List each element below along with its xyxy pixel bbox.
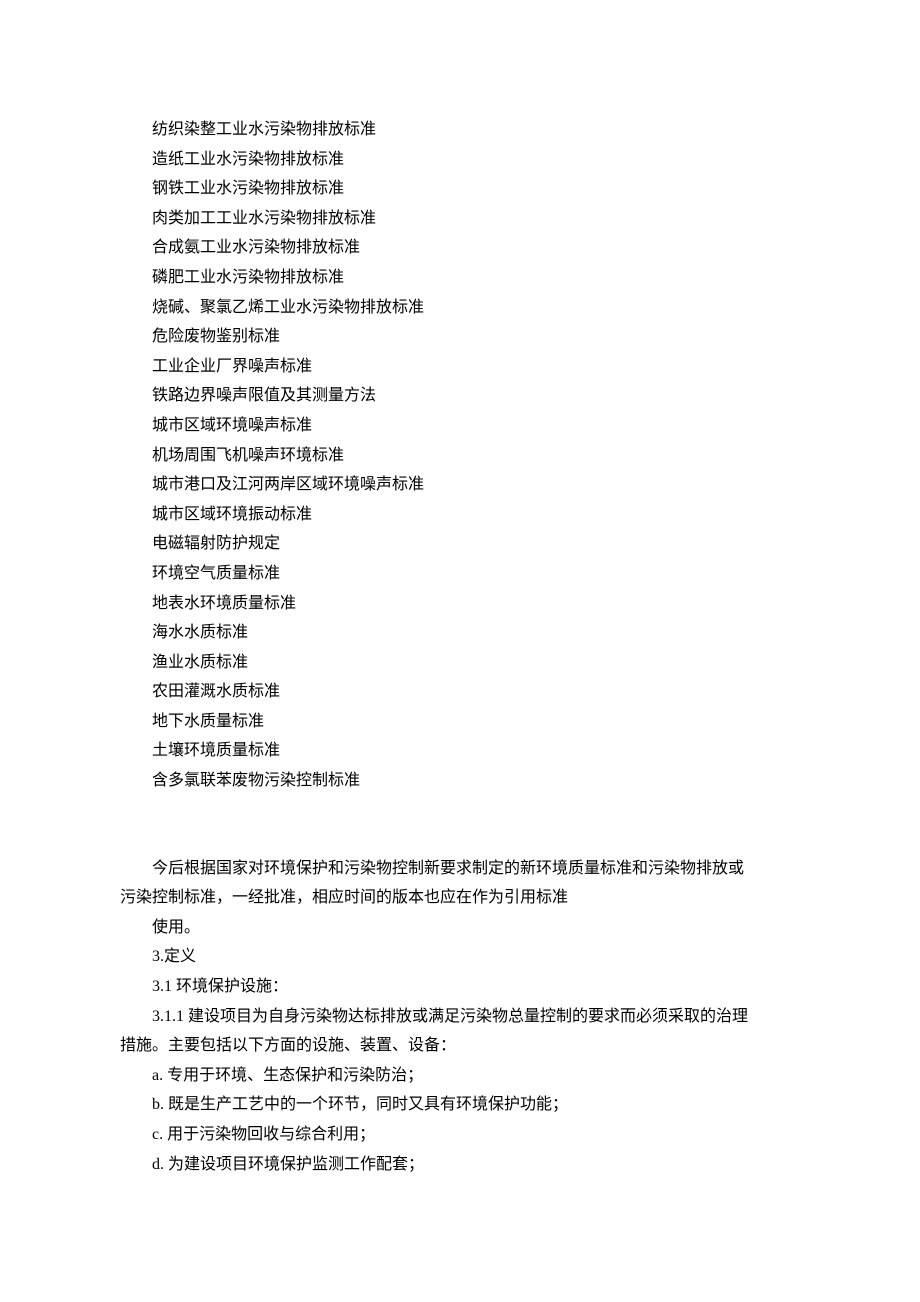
standard-item: 机场周围飞机噪声环境标准 bbox=[120, 441, 800, 471]
list-item: b. 既是生产工艺中的一个环节，同时又具有环境保护功能； bbox=[120, 1090, 800, 1120]
standard-item: 肉类加工工业水污染物排放标准 bbox=[120, 204, 800, 234]
section-heading: 3.1 环境保护设施： bbox=[120, 972, 800, 1002]
standard-item: 电磁辐射防护规定 bbox=[120, 529, 800, 559]
standard-item: 工业企业厂界噪声标准 bbox=[120, 352, 800, 382]
body-text: 今后根据国家对环境保护和污染物控制新要求制定的新环境质量标准和污染物排放或 污染… bbox=[120, 854, 800, 1180]
paragraph-line: 3.1.1 建设项目为自身污染物达标排放或满足污染物总量控制的要求而必须采取的治… bbox=[120, 1002, 800, 1032]
standard-item: 海水水质标准 bbox=[120, 618, 800, 648]
standard-item: 地下水质量标准 bbox=[120, 707, 800, 737]
standards-list: 纺织染整工业水污染物排放标准 造纸工业水污染物排放标准 钢铁工业水污染物排放标准… bbox=[120, 115, 800, 796]
standard-item: 地表水环境质量标准 bbox=[120, 589, 800, 619]
standard-item: 危险废物鉴别标准 bbox=[120, 322, 800, 352]
standard-item: 烧碱、聚氯乙烯工业水污染物排放标准 bbox=[120, 293, 800, 323]
paragraph-line: 今后根据国家对环境保护和污染物控制新要求制定的新环境质量标准和污染物排放或 bbox=[120, 854, 800, 884]
paragraph-line: 措施。主要包括以下方面的设施、装置、设备： bbox=[120, 1031, 800, 1061]
paragraph-line: 污染控制标准，一经批准，相应时间的版本也应在作为引用标准 bbox=[120, 883, 800, 913]
standard-item: 含多氯联苯废物污染控制标准 bbox=[120, 766, 800, 796]
section-heading: 3.定义 bbox=[120, 942, 800, 972]
standard-item: 合成氨工业水污染物排放标准 bbox=[120, 233, 800, 263]
standard-item: 农田灌溉水质标准 bbox=[120, 677, 800, 707]
standard-item: 土壤环境质量标准 bbox=[120, 736, 800, 766]
list-item: d. 为建设项目环境保护监测工作配套； bbox=[120, 1150, 800, 1180]
standard-item: 城市区域环境振动标准 bbox=[120, 500, 800, 530]
standard-item: 城市区域环境噪声标准 bbox=[120, 411, 800, 441]
standard-item: 铁路边界噪声限值及其测量方法 bbox=[120, 381, 800, 411]
standard-item: 磷肥工业水污染物排放标准 bbox=[120, 263, 800, 293]
paragraph-line: 使用。 bbox=[120, 913, 800, 943]
standard-item: 渔业水质标准 bbox=[120, 648, 800, 678]
list-item: c. 用于污染物回收与综合利用； bbox=[120, 1120, 800, 1150]
standard-item: 城市港口及江河两岸区域环境噪声标准 bbox=[120, 470, 800, 500]
standard-item: 钢铁工业水污染物排放标准 bbox=[120, 174, 800, 204]
standard-item: 造纸工业水污染物排放标准 bbox=[120, 145, 800, 175]
list-item: a. 专用于环境、生态保护和污染防治； bbox=[120, 1061, 800, 1091]
standard-item: 纺织染整工业水污染物排放标准 bbox=[120, 115, 800, 145]
standard-item: 环境空气质量标准 bbox=[120, 559, 800, 589]
